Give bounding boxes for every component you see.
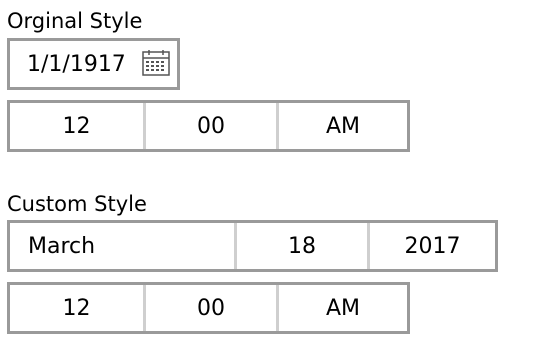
- original-date-picker[interactable]: 1/1/1917: [7, 38, 180, 90]
- custom-date-picker[interactable]: March 18 2017: [7, 220, 498, 272]
- original-style-label: Orginal Style: [7, 9, 143, 33]
- original-minute-field[interactable]: 00: [143, 103, 276, 149]
- custom-year-field[interactable]: 2017: [367, 223, 495, 269]
- original-time-picker[interactable]: 12 00 AM: [7, 100, 410, 152]
- calendar-icon[interactable]: [142, 50, 170, 76]
- custom-style-label: Custom Style: [7, 192, 147, 216]
- original-hour-field[interactable]: 12: [10, 103, 143, 149]
- custom-hour-field[interactable]: 12: [10, 285, 143, 331]
- original-date-value: 1/1/1917: [27, 51, 126, 77]
- original-period-field[interactable]: AM: [276, 103, 407, 149]
- custom-minute-field[interactable]: 00: [143, 285, 276, 331]
- custom-month-field[interactable]: March: [10, 223, 234, 269]
- custom-time-picker[interactable]: 12 00 AM: [7, 282, 410, 334]
- custom-day-field[interactable]: 18: [234, 223, 367, 269]
- custom-period-field[interactable]: AM: [276, 285, 407, 331]
